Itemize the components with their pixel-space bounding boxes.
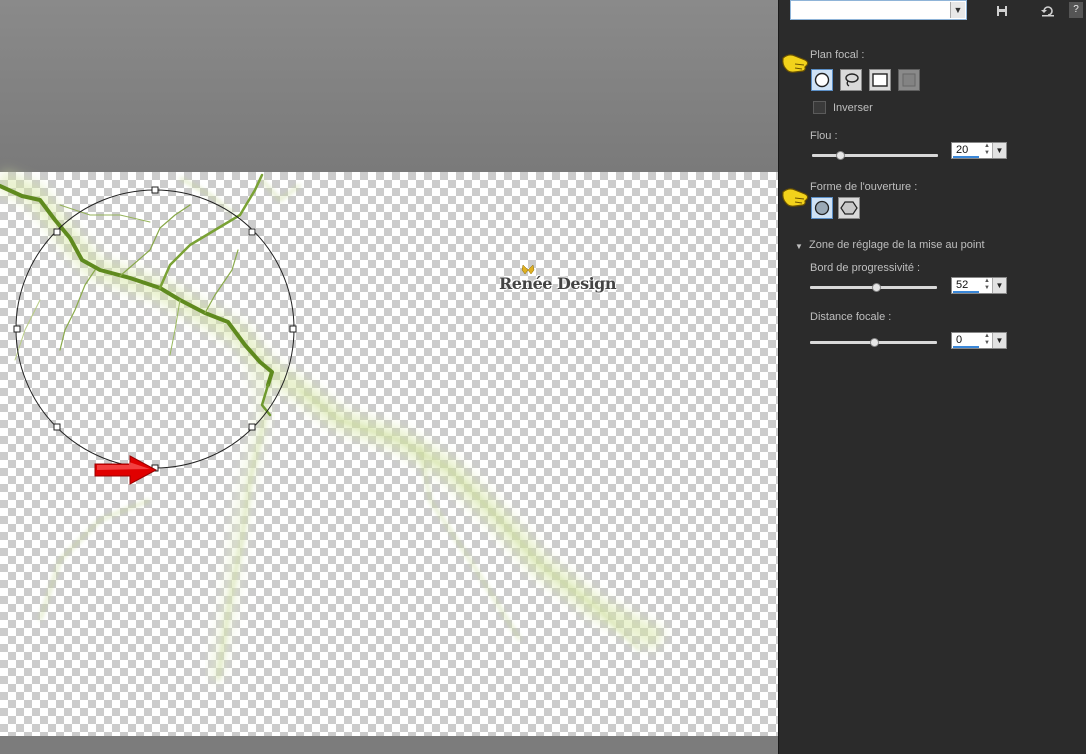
bord-slider-thumb[interactable]: [872, 283, 881, 292]
settings-panel: ▼ ? Plan focal : Inverser Flou: 20 ▲ ▼ …: [779, 0, 1086, 754]
circle-shape-button[interactable]: [811, 69, 833, 91]
distance-slider-thumb[interactable]: [870, 338, 879, 347]
distance-value: 0: [956, 334, 963, 346]
bord-value-indicator: [953, 291, 979, 293]
focal-plane-circle[interactable]: [13, 186, 297, 472]
zone-section-header[interactable]: Zone de réglage de la mise au point: [809, 239, 985, 251]
focal-handle-right[interactable]: [289, 325, 297, 333]
canvas-overlay: [0, 169, 665, 682]
forme-label: Forme de l'ouverture :: [810, 181, 918, 193]
chevron-down-icon[interactable]: ▼: [992, 278, 1006, 293]
circle-aperture-button[interactable]: [811, 197, 833, 219]
disabled-shape-button: [898, 69, 920, 91]
bord-value: 52: [956, 279, 969, 291]
bord-spinner[interactable]: ▲ ▼: [982, 278, 992, 293]
chevron-down-icon[interactable]: ▼: [992, 333, 1006, 348]
lightning-glow: [0, 169, 665, 682]
reset-icon[interactable]: [1039, 2, 1057, 20]
pointing-hand-icon: [782, 54, 809, 73]
chevron-down-icon[interactable]: ▼: [992, 143, 1006, 158]
focal-handle-bottom-right[interactable]: [248, 423, 256, 431]
distance-label: Distance focale :: [810, 311, 892, 323]
flou-slider[interactable]: [812, 154, 938, 157]
pointing-hand-icon: [782, 188, 809, 207]
flou-value: 20: [956, 144, 969, 156]
collapse-triangle-icon[interactable]: ▼: [795, 242, 803, 251]
distance-input[interactable]: 0 ▲ ▼ ▼: [951, 332, 1007, 349]
butterfly-icon: [521, 265, 535, 275]
focal-handle-top[interactable]: [151, 186, 159, 194]
canvas-area[interactable]: Renée Design: [0, 0, 779, 754]
focal-handle-left[interactable]: [13, 325, 21, 333]
watermark-logo: Renée Design: [499, 265, 617, 293]
flou-slider-thumb[interactable]: [836, 151, 845, 160]
circle-icon: [814, 72, 830, 88]
bord-input[interactable]: 52 ▲ ▼ ▼: [951, 277, 1007, 294]
flou-value-indicator: [953, 156, 979, 158]
flou-spinner[interactable]: ▲ ▼: [982, 143, 992, 158]
focal-handle-top-left[interactable]: [53, 228, 61, 236]
hexagon-aperture-icon: [840, 201, 858, 215]
distance-value-indicator: [953, 346, 979, 348]
focal-handle-top-right[interactable]: [248, 228, 256, 236]
watermark-text: Renée Design: [499, 274, 617, 293]
flou-input[interactable]: 20 ▲ ▼ ▼: [951, 142, 1007, 159]
hexagon-aperture-button[interactable]: [838, 197, 860, 219]
focal-handle-bottom-left[interactable]: [53, 423, 61, 431]
rectangle-shape-button[interactable]: [869, 69, 891, 91]
distance-spinner[interactable]: ▲ ▼: [982, 333, 992, 348]
red-arrow-icon: [94, 455, 158, 485]
disabled-rect-icon: [902, 73, 916, 87]
chevron-down-icon[interactable]: ▼: [950, 2, 965, 18]
inverser-label: Inverser: [833, 102, 873, 114]
preset-select[interactable]: ▼: [790, 0, 967, 20]
circle-aperture-icon: [814, 200, 830, 216]
plan-focal-label: Plan focal :: [810, 49, 865, 61]
lasso-icon: [845, 73, 859, 87]
rectangle-icon: [872, 73, 888, 87]
lasso-shape-button[interactable]: [840, 69, 862, 91]
inverser-checkbox[interactable]: [813, 101, 826, 114]
flou-label: Flou :: [810, 130, 838, 142]
save-preset-icon[interactable]: [993, 2, 1011, 20]
bord-label: Bord de progressivité :: [810, 262, 921, 274]
help-button[interactable]: ?: [1069, 2, 1083, 18]
